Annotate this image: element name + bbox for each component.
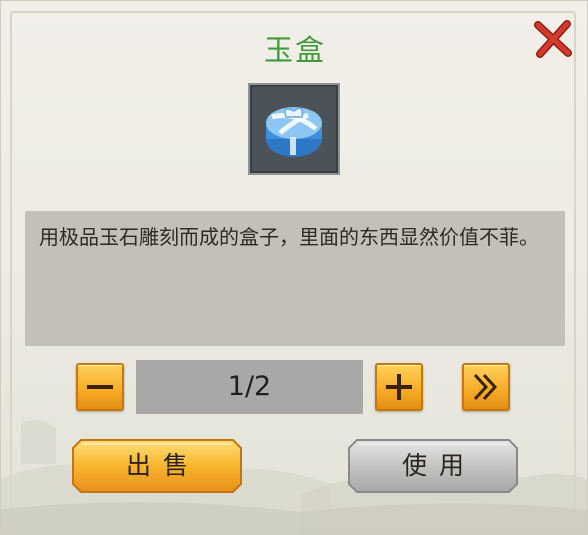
use-button[interactable]: 使用	[347, 438, 519, 494]
jade-gift-box-icon	[266, 107, 322, 157]
minus-icon	[87, 385, 113, 389]
use-button-label: 使用	[401, 451, 476, 480]
close-x-icon	[534, 20, 572, 58]
item-title: 玉盒	[263, 33, 326, 67]
increase-quantity-button[interactable]	[375, 363, 423, 411]
sell-button[interactable]: 出售	[71, 438, 243, 494]
item-description: 用极品玉石雕刻而成的盒子，里面的东西显然价值不菲。	[25, 211, 565, 346]
sell-button-label: 出售	[125, 451, 200, 480]
quantity-display: 1/2	[136, 360, 363, 414]
double-chevron-right-icon	[473, 373, 498, 401]
item-icon-slot	[248, 83, 340, 175]
decrease-quantity-button[interactable]	[76, 363, 124, 411]
close-button[interactable]	[533, 19, 573, 59]
plus-icon	[386, 374, 412, 400]
item-dialog: 玉盒 用极品玉石雕刻而成的盒子，里面的东西显然价值不菲。 1/2 出售 使用	[0, 0, 588, 535]
max-quantity-button[interactable]	[462, 363, 510, 411]
